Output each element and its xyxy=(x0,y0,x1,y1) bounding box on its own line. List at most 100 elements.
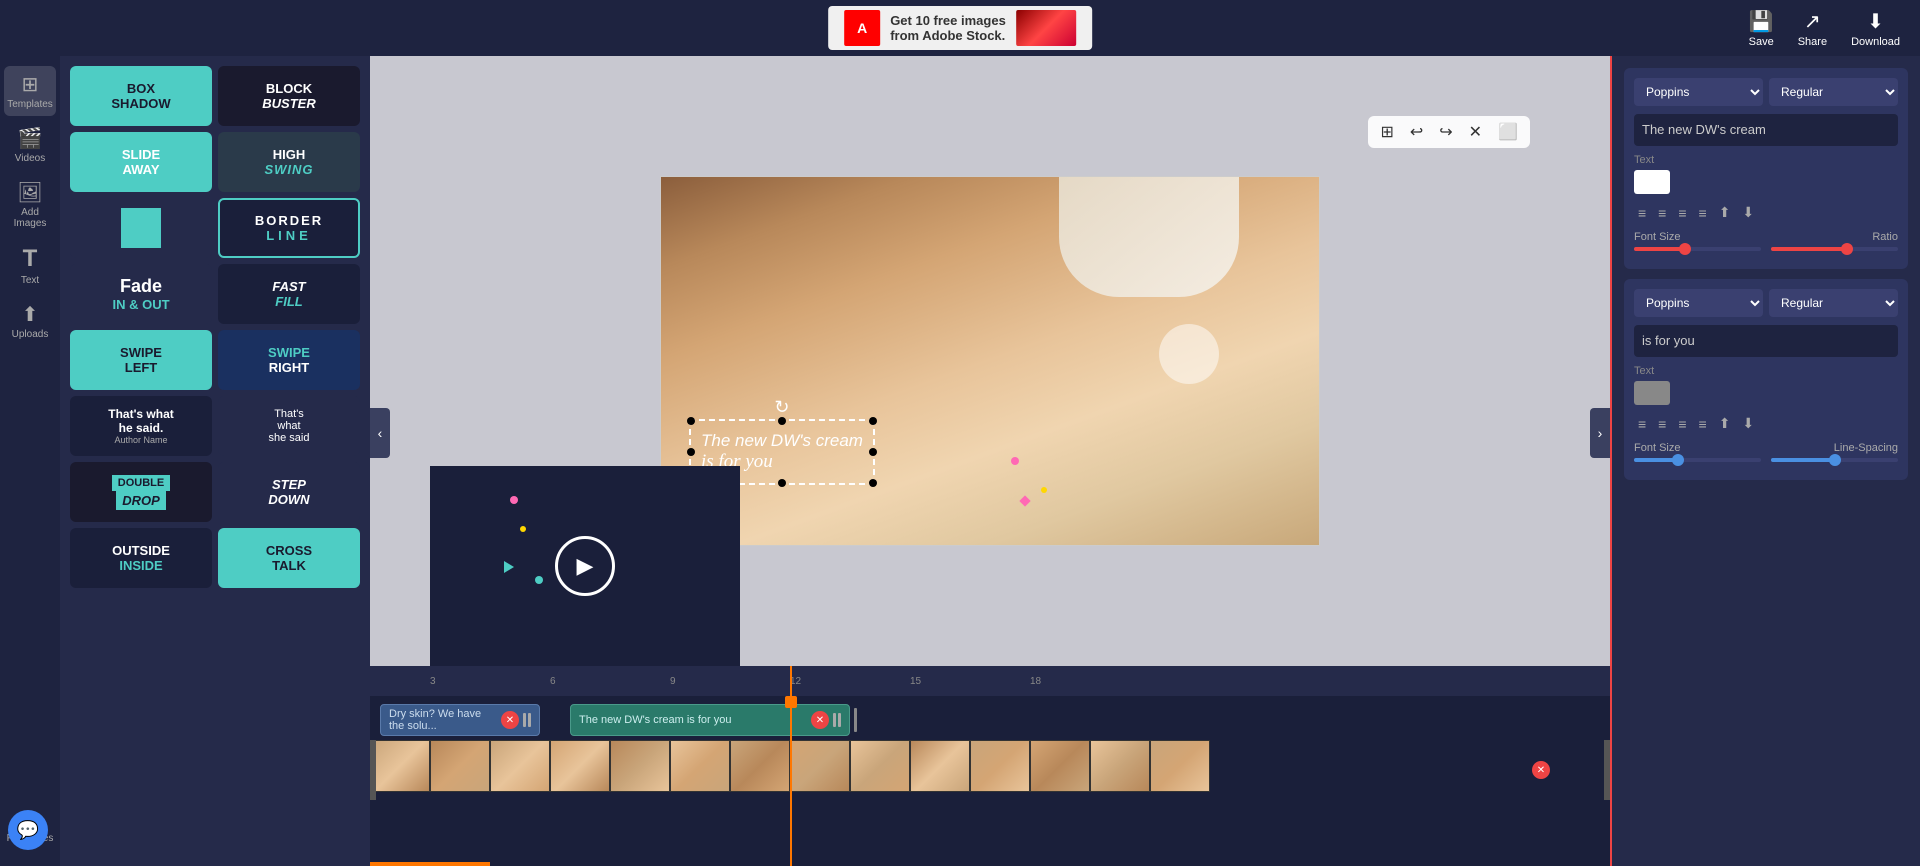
adobe-text: Get 10 free imagesfrom Adobe Stock. xyxy=(890,13,1006,43)
template-thats-what-she-said[interactable]: That's what she said xyxy=(218,396,360,456)
align-left-button-2[interactable]: ≡ xyxy=(1634,414,1650,434)
resize-handle-tr[interactable] xyxy=(869,417,877,425)
redo-button[interactable]: ↪ xyxy=(1435,120,1456,144)
resize-handle-br[interactable] xyxy=(869,479,877,487)
font-size-slider-1[interactable] xyxy=(1634,247,1761,259)
dot-yellow-2 xyxy=(520,526,526,532)
template-high-swing[interactable]: HIGH SWING xyxy=(218,132,360,192)
font-family-select-2[interactable]: Poppins xyxy=(1634,289,1763,317)
sidebar-item-templates[interactable]: ⊞ Templates xyxy=(4,66,56,116)
dot-teal-1 xyxy=(535,576,543,584)
font-size-slider-2[interactable] xyxy=(1634,458,1761,470)
align-justify-button-2[interactable]: ≡ xyxy=(1695,414,1711,434)
sliders-row-1 xyxy=(1634,247,1898,259)
template-swipe-left[interactable]: SWIPE LEFT xyxy=(70,330,212,390)
adobe-image xyxy=(1016,10,1076,46)
top-bar: A Get 10 free imagesfrom Adobe Stock. 💾 … xyxy=(0,0,1920,56)
track-handle-right[interactable] xyxy=(1604,740,1610,800)
align-left-button-1[interactable]: ≡ xyxy=(1634,203,1650,223)
valign-bottom-button-1[interactable]: ⬇ xyxy=(1738,202,1758,223)
size-ratio-row-2: Font Size Line-Spacing xyxy=(1634,442,1898,454)
add-images-icon: 🖼 xyxy=(17,180,42,205)
color-swatch-1[interactable] xyxy=(1634,170,1670,194)
fullscreen-button[interactable]: ⬜ xyxy=(1494,120,1522,144)
template-double-drop[interactable]: DOUBLE DROP xyxy=(70,462,212,522)
color-swatch-2[interactable] xyxy=(1634,381,1670,405)
template-box-shadow[interactable]: BOX SHADOW xyxy=(70,66,212,126)
rotate-handle[interactable]: ↻ xyxy=(774,397,789,418)
sidebar-item-videos[interactable]: 🎬 Videos xyxy=(4,120,56,170)
font-style-select-1[interactable]: Regular xyxy=(1769,78,1898,106)
resize-handle-mr[interactable] xyxy=(869,448,877,456)
template-cross-talk[interactable]: CROSS TALK xyxy=(218,528,360,588)
text-clip-2[interactable]: The new DW's cream is for you ✕ xyxy=(570,704,850,736)
template-thats-what-he-said[interactable]: That's what he said. Author Name xyxy=(70,396,212,456)
vid-thumb-5 xyxy=(610,740,670,792)
text-track: Dry skin? We have the solu... ✕ The new … xyxy=(370,700,1610,740)
undo-button[interactable]: ↩ xyxy=(1406,120,1427,144)
top-bar-center: A Get 10 free imagesfrom Adobe Stock. xyxy=(828,6,1092,50)
font-family-select-1[interactable]: Poppins xyxy=(1634,78,1763,106)
align-right-button-2[interactable]: ≡ xyxy=(1674,414,1690,434)
text-input-2[interactable]: is for you xyxy=(1634,325,1898,357)
font-row-1: Poppins Regular xyxy=(1634,78,1898,106)
triangle-right-1 xyxy=(504,561,514,573)
template-square[interactable] xyxy=(70,198,212,258)
align-right-button-1[interactable]: ≡ xyxy=(1674,203,1690,223)
template-slide-away[interactable]: SLIDE AWAY xyxy=(70,132,212,192)
align-center-button-2[interactable]: ≡ xyxy=(1654,414,1670,434)
close-button[interactable]: ✕ xyxy=(1465,120,1486,144)
collapse-left-button[interactable]: ‹ xyxy=(370,408,390,458)
timeline-progress-bar xyxy=(370,862,490,866)
clip2-close-button[interactable]: ✕ xyxy=(811,711,829,729)
sidebar-item-uploads[interactable]: ⬆ Uploads xyxy=(4,296,56,346)
ruler-mark-18: 18 xyxy=(1030,676,1041,687)
chat-button[interactable]: 💬 xyxy=(8,810,48,850)
thumbnail-container xyxy=(370,740,1610,800)
vid-thumb-14 xyxy=(1150,740,1210,792)
valign-top-button-2[interactable]: ⬆ xyxy=(1715,413,1735,434)
align-row-1: ≡ ≡ ≡ ≡ ⬆ ⬇ xyxy=(1634,202,1898,223)
main-area: ⊞ ↩ ↪ ✕ ⬜ ↻ xyxy=(370,56,1610,666)
adobe-banner[interactable]: A Get 10 free imagesfrom Adobe Stock. xyxy=(828,6,1092,50)
ratio-slider-1[interactable] xyxy=(1771,247,1898,259)
resize-handle-tl[interactable] xyxy=(687,417,695,425)
videos-icon: 🎬 xyxy=(18,126,43,151)
font-size-label-1: Font Size xyxy=(1634,231,1680,243)
valign-top-button-1[interactable]: ⬆ xyxy=(1715,202,1735,223)
template-fast-fill[interactable]: FAST FILL xyxy=(218,264,360,324)
share-button[interactable]: ↗ Share xyxy=(1798,9,1827,48)
track-handle-left[interactable] xyxy=(370,740,376,800)
template-swipe-right[interactable]: SWIPE RIGHT xyxy=(218,330,360,390)
vid-thumb-2 xyxy=(430,740,490,792)
towel-element xyxy=(1059,177,1239,297)
line-spacing-slider-2[interactable] xyxy=(1771,458,1898,470)
collapse-right-button[interactable]: › xyxy=(1590,408,1610,458)
sidebar-item-text[interactable]: T Text xyxy=(4,239,56,292)
align-justify-button-1[interactable]: ≡ xyxy=(1695,203,1711,223)
text-clip-1[interactable]: Dry skin? We have the solu... ✕ xyxy=(380,704,540,736)
font-style-select-2[interactable]: Regular xyxy=(1769,289,1898,317)
vid-thumb-6 xyxy=(670,740,730,792)
clip1-close-button[interactable]: ✕ xyxy=(501,711,519,729)
resize-handle-bm[interactable] xyxy=(778,479,786,487)
share-icon: ↗ xyxy=(1804,9,1821,34)
video-close-button[interactable]: ✕ xyxy=(1532,761,1550,779)
template-fade-in-out[interactable]: Fade IN & OUT xyxy=(70,264,212,324)
resize-handle-tm[interactable] xyxy=(778,417,786,425)
grid-view-button[interactable]: ⊞ xyxy=(1376,120,1397,144)
template-block-buster[interactable]: BLOCK BUSTER xyxy=(218,66,360,126)
valign-bottom-button-2[interactable]: ⬇ xyxy=(1738,413,1758,434)
sidebar-item-add-images[interactable]: 🖼 Add Images xyxy=(4,174,56,235)
save-button[interactable]: 💾 Save xyxy=(1749,9,1774,48)
text-input-1[interactable]: The new DW's cream xyxy=(1634,114,1898,146)
template-border-line[interactable]: BORDER LINE xyxy=(218,198,360,258)
align-center-button-1[interactable]: ≡ xyxy=(1654,203,1670,223)
template-step-down[interactable]: STEP DOWN xyxy=(218,462,360,522)
resize-handle-ml[interactable] xyxy=(687,448,695,456)
playhead[interactable] xyxy=(790,696,792,866)
download-button[interactable]: ⬇ Download xyxy=(1851,9,1900,48)
template-outside-inside[interactable]: OUTSIDE INSIDE xyxy=(70,528,212,588)
play-button[interactable]: ▶ xyxy=(555,536,615,596)
timeline-ruler: 3 6 9 12 15 18 xyxy=(370,666,1610,696)
